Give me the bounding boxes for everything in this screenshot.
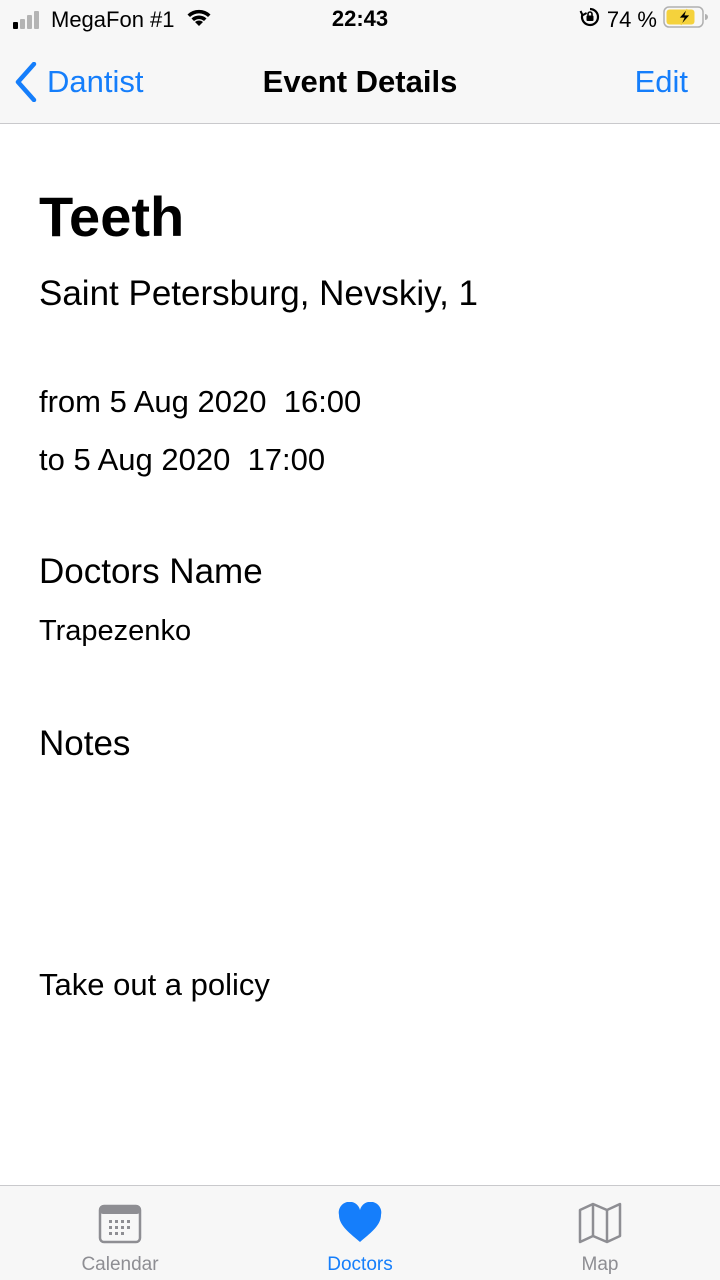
orientation-lock-icon <box>579 6 601 34</box>
event-details-screen: MegaFon #1 22:43 74 % Dantist Event Deta… <box>0 0 720 1280</box>
tab-doctors[interactable]: Doctors <box>240 1186 480 1280</box>
calendar-icon <box>0 1202 240 1248</box>
edit-button[interactable]: Edit <box>635 64 688 100</box>
tab-doctors-label: Doctors <box>327 1254 393 1275</box>
notes-text: Take out a policy <box>39 967 270 1002</box>
event-location: Saint Petersburg, Nevskiy, 1 <box>39 274 478 313</box>
tab-calendar[interactable]: Calendar <box>0 1186 240 1280</box>
navigation-bar: Dantist Event Details Edit <box>0 40 720 124</box>
event-title: Teeth <box>39 185 185 248</box>
doctor-name-value: Trapezenko <box>39 615 192 647</box>
status-right: 74 % <box>579 6 709 34</box>
battery-charging-icon <box>663 6 709 34</box>
event-end-time: to 5 Aug 2020 17:00 <box>39 442 326 477</box>
tab-map-label: Map <box>581 1254 619 1275</box>
battery-percent: 74 % <box>606 7 657 32</box>
nav-title: Event Details <box>262 64 458 99</box>
map-icon <box>480 1202 720 1248</box>
tab-map[interactable]: Map <box>480 1186 720 1280</box>
status-bar: MegaFon #1 22:43 74 % <box>0 0 720 40</box>
heart-icon <box>240 1202 480 1248</box>
tab-calendar-label: Calendar <box>81 1254 159 1275</box>
event-start-time: from 5 Aug 2020 16:00 <box>39 384 362 419</box>
doctor-name-heading: Doctors Name <box>39 552 263 591</box>
notes-heading: Notes <box>39 724 131 763</box>
tab-bar: Calendar Doctors Map <box>0 1185 720 1280</box>
